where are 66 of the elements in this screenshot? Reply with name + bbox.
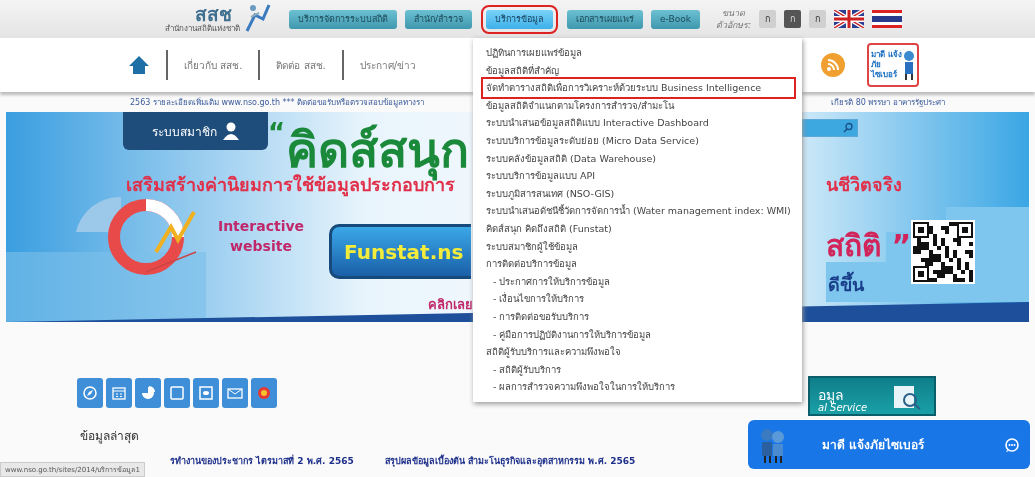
banner-headline: นชีวิตจริง — [826, 173, 902, 197]
quote-mark: “ — [268, 118, 286, 148]
tablet-icon[interactable] — [164, 378, 190, 408]
menu-item[interactable]: สถิติผู้รับบริการและความพึงพอใจ — [483, 343, 794, 361]
news-ticker: เกียรติ 80 พรรษา อาคารรัฐประศา — [831, 96, 945, 109]
menu-item[interactable]: - สถิติผู้รับบริการ — [483, 360, 794, 379]
banner-tagline: Interactive website — [216, 217, 306, 256]
menu-item[interactable]: ระบบสมาชิกผู้ใช้ข้อมูล — [483, 237, 794, 256]
menu-item[interactable]: - การติดต่อขอรับบริการ — [483, 307, 794, 326]
rss-icon[interactable] — [821, 53, 845, 77]
person-icon — [223, 122, 239, 140]
magnifier-document-icon — [892, 384, 922, 410]
emblem-icon[interactable] — [251, 378, 277, 408]
banner-title: สถิติ ” — [826, 227, 912, 265]
calendar-icon[interactable] — [106, 378, 132, 408]
banner-subtitle: ดีขึ้น — [828, 270, 864, 299]
menu-button[interactable]: e-Book — [651, 9, 700, 29]
runner-logo-icon — [243, 3, 271, 33]
click-text: คลิกเลย — [428, 296, 473, 314]
menu-item[interactable]: ระบบคลังข้อมูลสถิติ (Data Warehouse) — [483, 149, 794, 168]
compass-icon[interactable] — [77, 378, 103, 408]
search-icon — [843, 122, 854, 133]
font-size-label: ตัวอักษร: — [715, 19, 751, 31]
menu-item[interactable]: ข้อมูลสถิติที่สำคัญ — [483, 61, 794, 80]
uk-flag-icon[interactable] — [833, 10, 864, 28]
menu-item[interactable]: - คู่มือการปฏิบัติงานการให้บริการข้อมูล — [483, 325, 794, 344]
menu-item[interactable]: การติดต่อบริการข้อมูล — [483, 255, 794, 273]
menu-item[interactable]: ระบบนำเสนอข้อมูลสถิติแบบ Interactive Dashboard — [483, 114, 794, 132]
menu-item[interactable]: ปฏิทินการเผยแพร่ข้อมูล — [483, 44, 794, 62]
menu-item[interactable]: ระบบนำเสนอดัชนีชี้วัดการจัดการน้ำ (Water management index: WMI) — [483, 202, 794, 220]
menu-item[interactable]: - ผลการสำรวจความพึงพอใจในการให้บริการ — [483, 378, 794, 396]
screen-icon[interactable] — [193, 378, 219, 408]
menu-item[interactable]: - เงื่อนไขการให้บริการ — [483, 290, 794, 308]
news-link[interactable]: รทำงานของประชากร ไตรมาสที่ 2 พ.ศ. 2565 — [170, 454, 354, 468]
home-icon[interactable] — [128, 55, 150, 75]
menu-button[interactable]: บริการจัดการระบบสถิติ — [289, 9, 397, 29]
font-size-button[interactable]: ก — [758, 10, 776, 28]
menu-item[interactable]: ระบบภูมิสารสนเทศ (NSO-GIS) — [483, 184, 794, 203]
qr-code-icon — [911, 220, 975, 284]
logo-subtitle: สำนักงานสถิติแห่งชาติ — [165, 24, 240, 34]
menu-item[interactable]: ข้อมูลสถิติจำแนกตามโครงการสำรวจ/สำมะโน — [483, 96, 794, 115]
thai-flag-icon[interactable] — [871, 10, 902, 28]
mail-icon[interactable] — [222, 378, 248, 408]
logo-text: สสช — [195, 4, 232, 24]
section-title: ข้อมูลล่าสุด — [80, 428, 139, 445]
nav-link[interactable]: ติดต่อ สสช. — [276, 57, 326, 73]
nav-link[interactable]: เกี่ยวกับ สสช. — [184, 57, 243, 73]
menu-item[interactable]: คิดส์สนุก คิดถึงสถิติ (Funstat) — [483, 219, 794, 238]
news-ticker: 2563 รายละเอียดเพิ่มเติม www.nso.go.th *** ติดต่อขอรับหรือตรวจสอบข้อมูลทางรา — [130, 96, 425, 109]
menu-item[interactable]: จัดทำตารางสถิติเพื่อการวิเคราะห์ด้วยระบบ Business Intelligence — [483, 79, 794, 97]
nav-link[interactable]: ประกาศ/ข่าว — [359, 57, 417, 73]
chat-widget[interactable]: มาดี แจ้งภัยไซเบอร์ — [748, 420, 1030, 469]
menu-item[interactable]: ระบบบริการข้อมูลระดับย่อย (Micro Data Service) — [483, 131, 794, 150]
chat-icon[interactable] — [1004, 436, 1020, 453]
font-size-button[interactable]: ก — [808, 10, 826, 28]
font-size-label: ขนาด — [721, 7, 745, 19]
pie-chart-icon[interactable] — [135, 378, 161, 408]
menu-item[interactable]: - ประกาศการให้บริการข้อมูล — [483, 272, 794, 291]
member-button[interactable]: ระบบสมาชิก — [123, 112, 268, 150]
cyber-report-badge[interactable]: มาดี แจ้งภัย ไซเบอร์ — [867, 43, 919, 87]
news-link[interactable]: สรุปผลข้อมูลเบื้องต้น สำมะโนธุรกิจและอุตสาหกรรม พ.ศ. 2565 — [385, 454, 636, 468]
menu-item[interactable]: ระบบบริการข้อมูลแบบ API — [483, 167, 794, 185]
menu-button[interactable]: สำนัก/สำรวจ — [405, 9, 473, 29]
service-card[interactable]: อมูล al Service — [808, 376, 936, 416]
font-size-button[interactable]: ก — [783, 10, 801, 28]
menu-button[interactable]: เอกสารเผยแพร่ — [567, 9, 644, 29]
